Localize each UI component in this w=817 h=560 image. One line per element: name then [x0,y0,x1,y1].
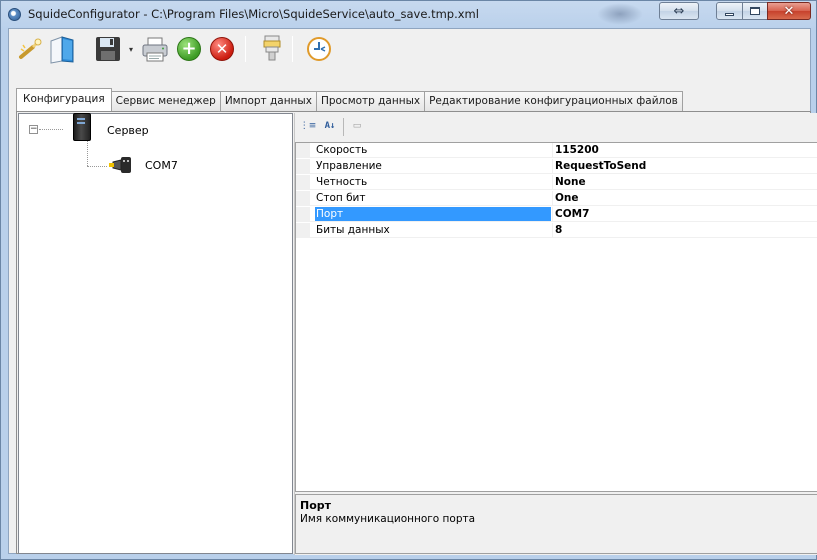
property-row-selected[interactable]: Порт COM7 [296,207,817,222]
print-icon [142,37,168,62]
server-icon [73,113,91,141]
collapse-toggle[interactable]: − [29,125,38,134]
row-gutter [296,159,310,173]
tree-connector [39,129,63,130]
tab-import-data[interactable]: Импорт данных [219,91,317,111]
serial-port-icon [109,157,131,173]
property-value[interactable]: One [552,191,579,205]
tab-view-data[interactable]: Просмотр данных [315,91,426,111]
toolbar-separator [343,118,344,136]
save-dropdown-arrow[interactable]: ▾ [126,34,136,64]
resize-arrows-icon: ⇔ [673,3,685,19]
property-row[interactable]: Четность None [296,175,817,190]
window-title: SquideConfigurator - C:\Program Files\Mi… [28,7,479,21]
print-button[interactable] [139,34,171,64]
close-icon: ✕ [783,3,795,19]
property-pages-icon: ▭ [352,121,362,131]
sort-alphabetical-icon: A↓ [324,121,336,131]
alphabetical-button[interactable]: A↓ [320,117,340,135]
tab-strip: Конфигурация Сервис менеджер Импорт данн… [16,88,683,111]
property-pages-button[interactable]: ▭ [347,117,367,135]
property-value[interactable]: COM7 [552,207,589,221]
property-value[interactable]: None [552,175,586,189]
maximize-button[interactable] [742,2,768,20]
property-name: Порт [315,207,551,221]
title-bar[interactable]: SquideConfigurator - C:\Program Files\Mi… [1,1,816,27]
toolbar-separator [245,36,246,62]
property-name: Управление [316,160,382,172]
property-name: Скорость [316,144,368,156]
property-name: Четность [316,176,368,188]
row-gutter [296,207,310,221]
row-gutter [296,223,310,237]
property-grid: ⋮≡ A↓ ▭ Скорость 115200 Управление Reque… [294,113,817,555]
row-gutter [296,143,310,157]
title-glow [597,3,643,25]
minimize-button[interactable] [716,2,743,20]
close-button[interactable]: ✕ [767,2,811,20]
plug-button[interactable] [256,34,288,64]
main-window: SquideConfigurator - C:\Program Files\Mi… [0,0,817,560]
tree-node-com7[interactable]: COM7 [145,159,178,172]
tab-configuration[interactable]: Конфигурация [16,88,112,111]
chevron-down-icon: ▾ [128,44,133,54]
wand-button[interactable] [15,34,47,64]
plug-icon [263,35,281,61]
help-title: Порт [300,499,332,512]
categorized-button[interactable]: ⋮≡ [298,117,318,135]
property-help-panel: Порт Имя коммуникационного порта [295,494,817,554]
schedule-button[interactable] [299,34,339,64]
property-value[interactable]: RequestToSend [552,159,646,173]
property-row[interactable]: Управление RequestToSend [296,159,817,174]
tree-connector [87,141,88,166]
property-value[interactable]: 115200 [552,143,599,157]
book-icon [50,36,74,64]
property-row[interactable]: Скорость 115200 [296,143,817,158]
help-description: Имя коммуникационного порта [300,513,476,525]
book-button[interactable] [47,34,77,64]
clock-icon [307,37,331,61]
maximize-icon [750,7,760,15]
property-row[interactable]: Стоп бит One [296,191,817,206]
delete-icon: ✕ [210,37,234,61]
tab-edit-config-files[interactable]: Редактирование конфигурационных файлов [424,91,683,111]
wand-icon [19,38,42,59]
toolbar-separator [292,36,293,62]
main-toolbar: ▾ + ✕ [9,29,810,68]
tab-service-manager[interactable]: Сервис менеджер [110,91,221,111]
tree-view[interactable] [18,113,293,554]
tree-connector [87,166,107,167]
resize-button[interactable]: ⇔ [659,2,699,20]
property-list: Скорость 115200 Управление RequestToSend… [295,142,817,492]
categorized-icon: ⋮≡ [299,121,317,131]
row-gutter [296,175,310,189]
add-icon: + [177,37,201,61]
property-grid-toolbar: ⋮≡ A↓ ▭ [295,113,817,139]
app-icon [8,8,21,21]
delete-button[interactable]: ✕ [206,34,238,64]
property-value[interactable]: 8 [552,223,562,237]
tree-node-server[interactable]: Сервер [107,124,149,137]
save-button[interactable] [92,34,124,64]
add-button[interactable]: + [173,34,205,64]
minimize-icon [725,12,734,16]
property-row[interactable]: Биты данных 8 [296,223,817,238]
property-name: Стоп бит [316,192,366,204]
property-name: Биты данных [316,224,390,236]
save-icon [96,37,120,61]
row-gutter [296,191,310,205]
